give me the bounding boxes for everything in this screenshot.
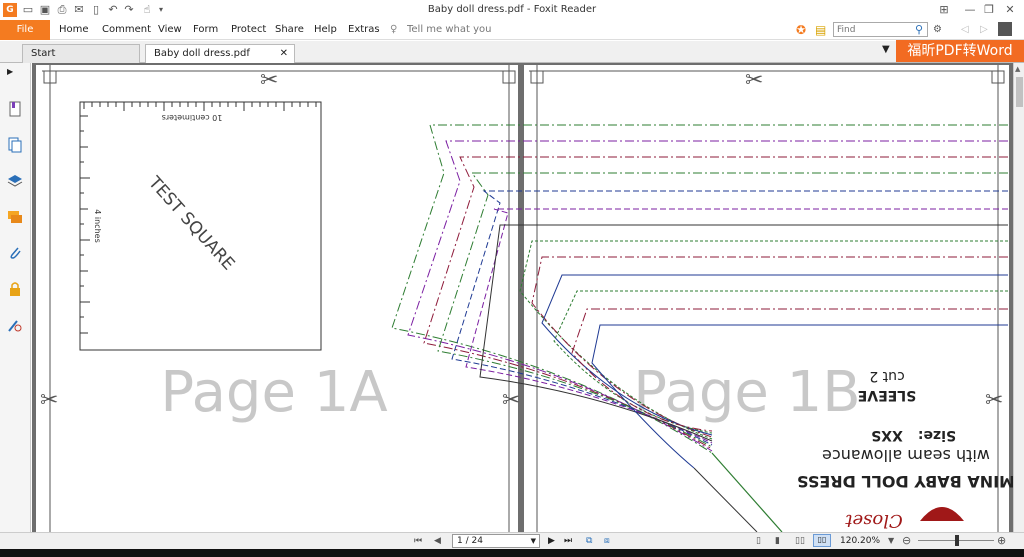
scissors-icon: ✂ [502, 388, 520, 413]
scissors-icon: ✂ [260, 68, 278, 93]
menu-comment[interactable]: Comment [102, 20, 151, 40]
attachments-icon[interactable] [7, 245, 23, 261]
pattern-title: MINA BABY DOLL DRESS [797, 472, 1013, 491]
menu-extras[interactable]: Extras [348, 20, 380, 40]
open-icon[interactable]: ▭ [21, 3, 35, 17]
page-number-input[interactable]: 1 / 24 ▼ [452, 534, 540, 548]
piece-label: SLEEVE [858, 387, 917, 403]
tab-list-dropdown-icon[interactable]: ▼ [882, 44, 890, 55]
undo-icon[interactable]: ↶ [106, 3, 120, 17]
seam-allowance-label: with seam allowance [822, 446, 990, 465]
zoom-slider-thumb[interactable] [955, 535, 959, 546]
page-number-value: 1 / 24 [457, 536, 483, 546]
prev-page-icon[interactable]: ◀ [434, 535, 441, 547]
scissors-icon: ✂ [745, 68, 763, 93]
menu-view[interactable]: View [158, 20, 182, 40]
size-value: XXS [871, 427, 903, 443]
scroll-up-icon[interactable]: ▲ [1015, 65, 1020, 73]
vertical-scrollbar[interactable]: ▲ [1013, 63, 1024, 532]
close-icon[interactable]: ✕ [1003, 3, 1017, 17]
customize-dropdown-icon[interactable]: ▾ [154, 3, 168, 17]
tell-me-input[interactable]: Tell me what you wa [407, 20, 495, 40]
new-doc-icon[interactable]: ▯ [89, 3, 103, 17]
single-page-icon[interactable]: ▯ [756, 535, 761, 547]
rotate-icon[interactable]: ⧈ [604, 535, 610, 547]
tab-label: Baby doll dress.pdf [154, 48, 250, 59]
menu-share[interactable]: Share [275, 20, 304, 40]
forward-icon[interactable]: ▷ [980, 20, 988, 40]
last-page-icon[interactable]: ⏭ [564, 535, 572, 547]
size-label: Size: [918, 427, 956, 443]
reflow-icon[interactable]: ⧉ [586, 535, 592, 547]
redo-icon[interactable]: ↷ [122, 3, 136, 17]
scissors-icon: ✂ [985, 388, 1003, 413]
scrollbar-thumb[interactable] [1016, 77, 1023, 107]
continuous-icon[interactable]: ▮ [775, 535, 780, 547]
taskbar [0, 549, 1024, 557]
ruler-inch-label: 4 inches [93, 209, 102, 242]
title-bar: Baby doll dress.pdf - Foxit Reader G ▭ ▣… [0, 0, 1024, 20]
tab-label: Start [31, 48, 56, 59]
ruler-cm-label: 10 centimeters [162, 113, 223, 122]
zoom-dropdown-icon[interactable]: ▼ [888, 535, 894, 547]
find-input[interactable] [833, 22, 928, 37]
pdf-to-word-button[interactable]: 福昕PDF转Word [896, 40, 1024, 62]
page-a [36, 65, 518, 532]
page-a-watermark: Page 1A [160, 360, 387, 425]
save-icon[interactable]: ▣ [38, 3, 52, 17]
document-canvas: ✂ ✂ ✂ ✂ ✂ 10 centimeters 4 inches TEST S… [36, 65, 1013, 532]
back-icon[interactable]: ◁ [961, 20, 969, 40]
tab-start[interactable]: Start [22, 44, 140, 63]
continuous-facing-icon[interactable]: ▯▯ [813, 534, 831, 547]
next-page-icon[interactable]: ▶ [548, 535, 555, 547]
document-view[interactable]: ✂ ✂ ✂ ✂ ✂ 10 centimeters 4 inches TEST S… [32, 63, 1013, 532]
pages-icon[interactable] [7, 137, 23, 153]
tab-document[interactable]: Baby doll dress.pdf ✕ [145, 44, 295, 64]
ribbon-options-icon[interactable]: ⊞ [937, 3, 951, 17]
signature-icon[interactable] [7, 317, 23, 333]
zoom-out-icon[interactable]: ⊖ [902, 535, 911, 547]
expand-panel-icon[interactable]: ▶ [7, 67, 23, 83]
foxit-logo-icon: G [3, 3, 17, 17]
layers-icon[interactable] [7, 173, 23, 189]
email-icon[interactable]: ✉ [72, 3, 86, 17]
first-page-icon[interactable]: ⏮ [414, 535, 422, 547]
page-b-watermark: Page 1B [633, 360, 860, 425]
menu-home[interactable]: Home [59, 20, 89, 40]
menu-protect[interactable]: Protect [231, 20, 266, 40]
menu-help[interactable]: Help [314, 20, 337, 40]
folder-search-icon[interactable]: ▤ [815, 20, 826, 40]
lock-icon[interactable] [7, 281, 23, 297]
lightbulb-icon: ♀ [390, 24, 398, 35]
close-tab-icon[interactable]: ✕ [280, 45, 288, 63]
hand-tool-icon[interactable]: ☝ [140, 3, 154, 17]
scissors-icon: ✂ [40, 388, 58, 413]
navigation-panel: ▶ [0, 63, 31, 535]
menu-form[interactable]: Form [193, 20, 218, 40]
page-dropdown-icon[interactable]: ▼ [531, 535, 536, 547]
comments-icon[interactable] [7, 209, 23, 225]
user-avatar-icon[interactable] [998, 22, 1012, 36]
skin-icon[interactable]: ✪ [796, 20, 806, 40]
print-icon[interactable]: ⎙ [55, 3, 69, 17]
zoom-value[interactable]: 120.20% [840, 535, 880, 547]
settings-icon[interactable]: ⚙ [933, 20, 942, 40]
zoom-in-icon[interactable]: ⊕ [997, 535, 1006, 547]
minimize-icon[interactable]: — [963, 3, 977, 17]
restore-icon[interactable]: ❐ [982, 3, 996, 17]
search-icon[interactable]: ⚲ [915, 20, 923, 40]
file-menu-button[interactable]: File [0, 20, 50, 40]
closet-logo-text: Closet [844, 510, 902, 531]
bookmark-icon[interactable] [7, 101, 23, 117]
cut-label: cut 2 [869, 368, 904, 384]
facing-icon[interactable]: ▯▯ [795, 535, 805, 547]
